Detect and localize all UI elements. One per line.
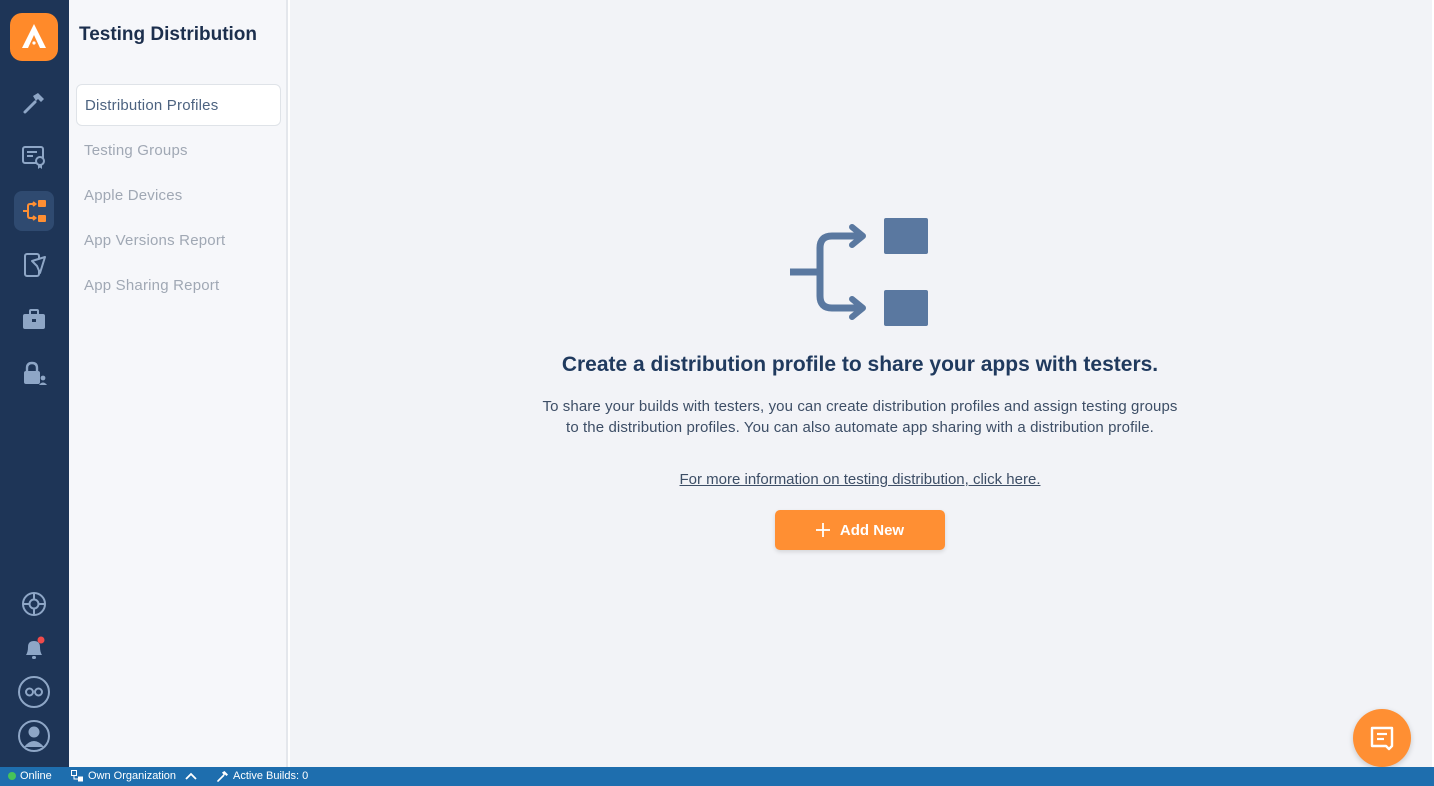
online-label: Online	[20, 770, 52, 782]
hammer-icon[interactable]	[14, 83, 54, 123]
distribution-icon[interactable]	[14, 191, 54, 231]
help-wheel-icon[interactable]	[14, 584, 54, 624]
description-line-2: to the distribution profiles. You can al…	[566, 419, 1154, 436]
app-logo-icon[interactable]	[10, 13, 58, 61]
distribution-illustration-icon	[790, 218, 928, 326]
more-info-link[interactable]: For more information on testing distribu…	[290, 471, 1430, 488]
sidebar-title: Testing Distribution	[79, 24, 258, 45]
icon-rail	[0, 0, 69, 767]
active-builds-status[interactable]: Active Builds: 0	[217, 770, 308, 782]
secondary-sidebar: Testing Distribution Distribution Profil…	[69, 0, 288, 767]
hammer-small-icon	[217, 771, 228, 782]
bell-icon[interactable]	[14, 628, 54, 668]
sidebar-item-app-sharing-report[interactable]: App Sharing Report	[76, 264, 281, 306]
organization-icon	[71, 770, 83, 782]
online-status[interactable]: Online	[8, 770, 52, 782]
organization-label: Own Organization	[88, 770, 177, 782]
empty-state-headline: Create a distribution profile to share y…	[561, 353, 1159, 376]
infinity-icon[interactable]	[14, 672, 54, 712]
plus-icon	[815, 523, 830, 537]
online-dot-icon	[8, 772, 16, 780]
main-content: Create a distribution profile to share y…	[290, 0, 1432, 767]
device-send-icon[interactable]	[14, 245, 54, 285]
status-bar: Online Own Organization Active Builds: 0	[0, 767, 1434, 786]
organization-switcher[interactable]: Own Organization	[71, 770, 198, 782]
description-line-1: To share your builds with testers, you c…	[542, 398, 1178, 415]
briefcase-icon[interactable]	[14, 300, 54, 340]
chat-icon	[1370, 726, 1394, 751]
add-new-button[interactable]: Add New	[775, 510, 945, 550]
certificate-icon[interactable]	[14, 136, 54, 176]
active-builds-label: Active Builds: 0	[233, 770, 309, 782]
empty-state-description: To share your builds with testers, you c…	[490, 396, 1230, 438]
user-avatar-icon[interactable]	[14, 716, 54, 756]
sidebar-item-apple-devices[interactable]: Apple Devices	[76, 174, 281, 216]
chevron-up-icon	[185, 772, 197, 780]
chat-button[interactable]	[1353, 709, 1411, 767]
sidebar-item-testing-groups[interactable]: Testing Groups	[76, 129, 281, 171]
lock-user-icon[interactable]	[14, 353, 54, 393]
sidebar-item-distribution-profiles[interactable]: Distribution Profiles	[76, 84, 281, 126]
add-new-label: Add New	[839, 521, 905, 539]
sidebar-item-app-versions-report[interactable]: App Versions Report	[76, 219, 281, 261]
